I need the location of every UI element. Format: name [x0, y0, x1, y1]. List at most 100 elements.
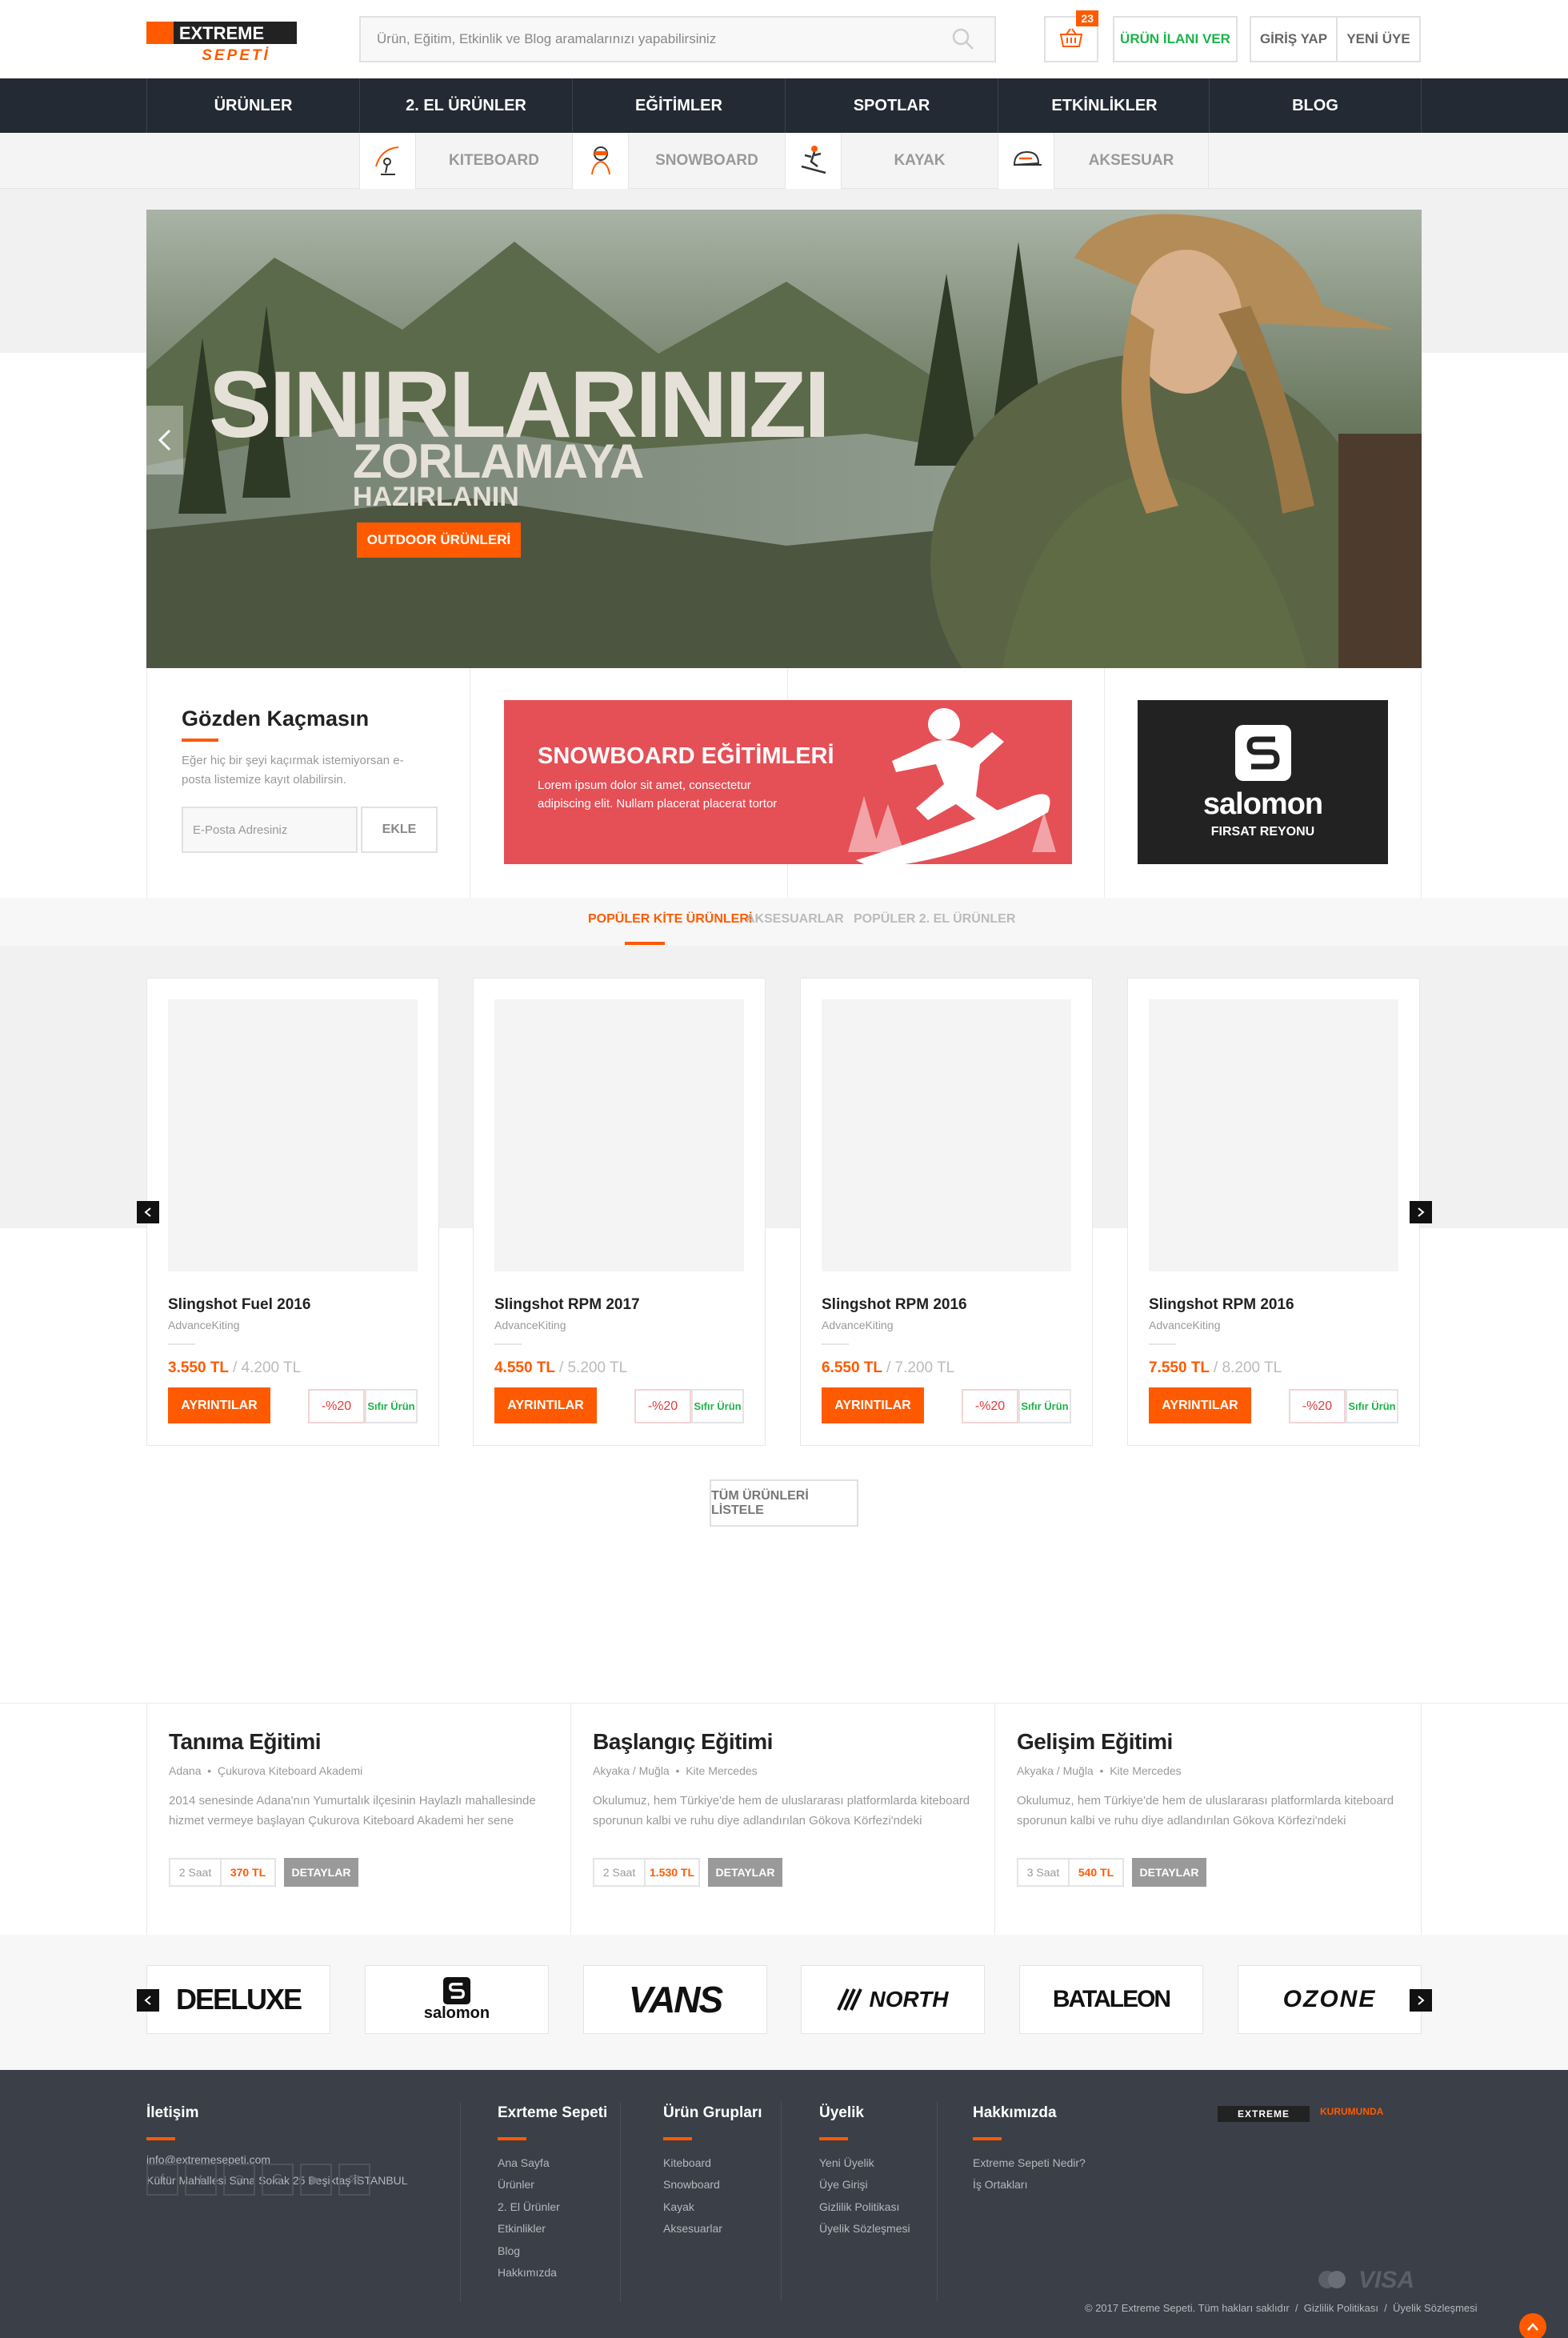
back-to-top-button[interactable] — [1519, 2313, 1546, 2338]
post-ad-button[interactable]: ÜRÜN İLANI VER — [1113, 16, 1238, 62]
list-all-products-button[interactable]: TÜM ÜRÜNLERİ LİSTELE — [710, 1479, 858, 1527]
training-card[interactable]: Tanıma Eğitimi Adana • Çukurova Kiteboar… — [146, 1703, 570, 1936]
brand-logo-north[interactable]: NORTH — [801, 1965, 985, 2034]
footer-link[interactable]: Etkinlikler — [498, 2222, 546, 2235]
register-button[interactable]: YENİ ÜYE — [1336, 16, 1421, 62]
hero-slider[interactable]: SINIRLARINIZI ZORLAMAYA HAZIRLANIN OUTDO… — [146, 210, 1422, 668]
site-logo[interactable]: EXTREME SEPETİ — [146, 22, 297, 64]
training-title[interactable]: Tanıma Eğitimi — [169, 1729, 322, 1755]
youtube-icon[interactable]: ▶ — [300, 2164, 332, 2196]
condition-badge: Sıfır Ürün — [1018, 1389, 1071, 1423]
footer-bottom-links: © 2017 Extreme Sepeti. Tüm hakları saklı… — [1085, 2302, 1478, 2314]
partner-logo[interactable]: KURUMUNDA — [1320, 2106, 1383, 2117]
snowboard-trainings-banner[interactable]: SNOWBOARD EĞİTİMLERİ Lorem ipsum dolor s… — [504, 700, 1072, 864]
nav-item-trainings[interactable]: EĞİTİMLER — [572, 78, 785, 133]
footer-link[interactable]: Extreme Sepeti Nedir? — [973, 2156, 1086, 2169]
tab-popular-kite[interactable]: POPÜLER KİTE ÜRÜNLERİ — [588, 912, 752, 927]
product-brand: AdvanceKiting — [168, 1319, 240, 1331]
subnav-label-kiteboard: KITEBOARD — [449, 152, 539, 169]
footer-link[interactable]: Snowboard — [663, 2178, 720, 2191]
footer-link[interactable]: Ana Sayfa — [498, 2156, 550, 2169]
search-icon[interactable] — [951, 27, 975, 55]
subnav-item-ski[interactable]: KAYAK — [785, 133, 998, 189]
training-location: Adana • Çukurova Kiteboard Akademi — [169, 1764, 363, 1777]
product-card[interactable]: Slingshot RPM 2016 AdvanceKiting 6.550 T… — [800, 978, 1093, 1446]
product-details-button[interactable]: AYRINTILAR — [494, 1387, 597, 1423]
newsletter-submit-button[interactable]: EKLE — [361, 807, 438, 853]
training-card[interactable]: Başlangıç Eğitimi Akyaka / Muğla • Kite … — [570, 1703, 994, 1936]
facebook-icon[interactable]: f — [146, 2164, 178, 2196]
training-duration: 3 Saat — [1017, 1858, 1070, 1887]
footer-link[interactable]: Gizlilik Politikası — [819, 2200, 899, 2213]
subnav-label-snowboard: SNOWBOARD — [655, 152, 758, 169]
training-title[interactable]: Başlangıç Eğitimi — [593, 1729, 773, 1755]
price-current: 7.550 TL — [1149, 1359, 1210, 1376]
subnav-item-snowboard[interactable]: SNOWBOARD — [572, 133, 785, 189]
footer-link[interactable]: 2. El Ürünler — [498, 2200, 560, 2213]
subnav-item-kiteboard[interactable]: KITEBOARD — [359, 133, 572, 189]
brand-logo-deeluxe[interactable]: DEELUXE — [146, 1965, 330, 2034]
brands-next-button[interactable] — [1410, 1989, 1432, 2012]
instagram-icon[interactable]: ◎ — [223, 2164, 255, 2196]
footer-link[interactable]: Hakkımızda — [498, 2266, 557, 2279]
brands-prev-button[interactable] — [137, 1989, 159, 2012]
products-prev-button[interactable] — [137, 1201, 159, 1223]
nav-item-products[interactable]: ÜRÜNLER — [146, 78, 359, 133]
hero-prev-button[interactable] — [146, 406, 183, 474]
nav-item-second-hand[interactable]: 2. EL ÜRÜNLER — [359, 78, 572, 133]
brand-logo-salomon[interactable]: salomon — [365, 1965, 549, 2034]
footer-link[interactable]: Aksesuarlar — [663, 2222, 722, 2235]
training-title[interactable]: Gelişim Eğitimi — [1017, 1729, 1173, 1755]
footer-logo[interactable]: EXTREME — [1218, 2106, 1310, 2122]
footer-link[interactable]: Blog — [498, 2244, 520, 2257]
product-card[interactable]: Slingshot RPM 2016 AdvanceKiting 7.550 T… — [1127, 978, 1420, 1446]
brand-logo-vans[interactable]: VANS — [583, 1965, 767, 2034]
product-card[interactable]: Slingshot RPM 2017 AdvanceKiting 4.550 T… — [473, 978, 766, 1446]
login-button[interactable]: GİRİŞ YAP — [1250, 16, 1338, 62]
twitter-icon[interactable]: t — [185, 2164, 217, 2196]
snowboard-banner-description: Lorem ipsum dolor sit amet, consectetur … — [538, 779, 778, 811]
product-card[interactable]: Slingshot Fuel 2016 AdvanceKiting 3.550 … — [146, 978, 439, 1446]
brand-name: salomon — [423, 2004, 490, 2022]
product-name[interactable]: Slingshot RPM 2016 — [822, 1296, 967, 1314]
product-price: 7.550 TL / 8.200 TL — [1149, 1359, 1282, 1377]
footer-link[interactable]: Yeni Üyelik — [819, 2156, 874, 2169]
product-name[interactable]: Slingshot Fuel 2016 — [168, 1296, 310, 1314]
promo-row: Gözden Kaçmasın Eğer hiç bir şeyi kaçırm… — [146, 668, 1422, 898]
tab-popular-second-hand[interactable]: POPÜLER 2. EL ÜRÜNLER — [854, 912, 1015, 927]
search-input[interactable]: Ürün, Eğitim, Etkinlik ve Blog aramaları… — [359, 16, 996, 62]
training-details-button[interactable]: DETAYLAR — [708, 1858, 782, 1887]
products-next-button[interactable] — [1410, 1201, 1432, 1223]
brand-logo-ozone[interactable]: OZONE — [1238, 1965, 1422, 2034]
mail-icon[interactable]: ✉ — [338, 2164, 370, 2196]
terms-link[interactable]: Üyelik Sözleşmesi — [1393, 2302, 1477, 2314]
tab-accessories[interactable]: AKSESUARLAR — [746, 912, 844, 927]
footer-link[interactable]: Üye Girişi — [819, 2178, 868, 2191]
privacy-link[interactable]: Gizlilik Politikası — [1304, 2302, 1378, 2314]
nav-item-events[interactable]: ETKİNLİKLER — [998, 78, 1210, 133]
footer-link[interactable]: Üyelik Sözleşmesi — [819, 2222, 910, 2235]
nav-item-spots[interactable]: SPOTLAR — [785, 78, 998, 133]
product-name[interactable]: Slingshot RPM 2016 — [1149, 1296, 1294, 1314]
product-details-button[interactable]: AYRINTILAR — [1149, 1387, 1251, 1423]
hero-cta-button[interactable]: OUTDOOR ÜRÜNLERİ — [357, 522, 521, 558]
training-card[interactable]: Gelişim Eğitimi Akyaka / Muğla • Kite Me… — [994, 1703, 1422, 1936]
footer-link[interactable]: İş Ortakları — [973, 2178, 1027, 2191]
snowboard-icon — [573, 133, 629, 189]
footer-link[interactable]: Kiteboard — [663, 2156, 711, 2169]
chevron-left-icon — [158, 429, 171, 451]
newsletter-email-input[interactable]: E-Posta Adresiniz — [182, 807, 358, 853]
google-plus-icon[interactable]: G — [262, 2164, 294, 2196]
product-details-button[interactable]: AYRINTILAR — [168, 1387, 270, 1423]
training-details-button[interactable]: DETAYLAR — [284, 1858, 358, 1887]
product-details-button[interactable]: AYRINTILAR — [822, 1387, 924, 1423]
product-name[interactable]: Slingshot RPM 2017 — [494, 1296, 640, 1314]
salomon-outlet-banner[interactable]: salomon FIRSAT REYONU — [1138, 700, 1388, 864]
subnav-item-accessories[interactable]: AKSESUAR — [998, 133, 1209, 189]
footer-link[interactable]: Kayak — [663, 2200, 694, 2213]
footer-link[interactable]: Ürünler — [498, 2178, 534, 2191]
training-details-button[interactable]: DETAYLAR — [1132, 1858, 1206, 1887]
nav-item-blog[interactable]: BLOG — [1209, 78, 1422, 133]
brand-logo-bataleon[interactable]: BATALEON — [1019, 1965, 1203, 2034]
cart-button[interactable]: 23 — [1044, 10, 1098, 62]
